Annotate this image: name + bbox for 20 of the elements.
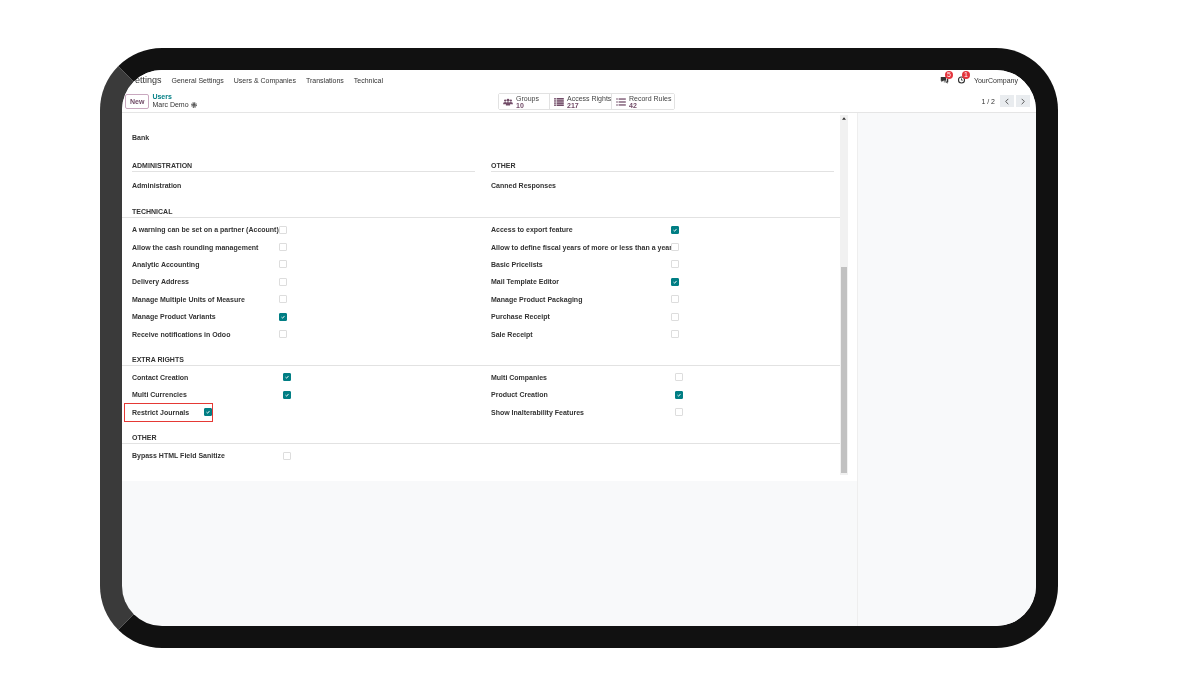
- users-icon: [503, 97, 513, 106]
- checkbox[interactable]: [675, 390, 683, 399]
- clock-icon[interactable]: [956, 76, 966, 84]
- checkbox[interactable]: [279, 312, 287, 321]
- scroll-up-icon[interactable]: [842, 117, 846, 120]
- checkbox[interactable]: [671, 225, 679, 234]
- previous-button[interactable]: [1000, 95, 1014, 107]
- checkbox[interactable]: [204, 408, 212, 417]
- chat-icon[interactable]: [939, 76, 949, 84]
- list-icon: [554, 97, 564, 106]
- checkbox[interactable]: [283, 390, 291, 399]
- checkbox[interactable]: [671, 277, 679, 286]
- chevron-right-icon: [1021, 97, 1025, 105]
- checkbox[interactable]: [283, 373, 291, 382]
- chevron-left-icon: [1005, 97, 1009, 105]
- list-icon: [616, 97, 626, 106]
- settings-icon[interactable]: [190, 102, 197, 108]
- app-title[interactable]: ettings: [135, 75, 162, 85]
- scrollbar[interactable]: [840, 115, 848, 475]
- next-button[interactable]: [1016, 95, 1030, 107]
